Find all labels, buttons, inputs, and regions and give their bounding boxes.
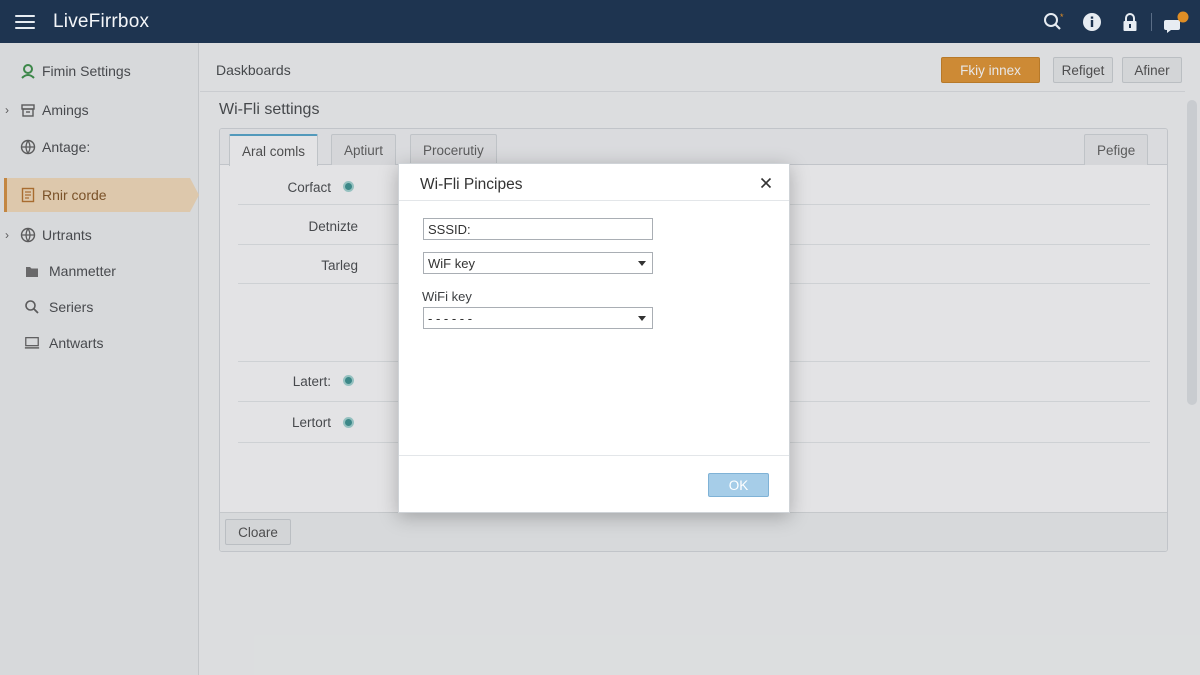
notifications-icon[interactable] xyxy=(1154,0,1200,43)
top-icons: * xyxy=(1035,0,1200,43)
dialog-divider xyxy=(399,455,789,456)
svg-text:*: * xyxy=(1060,12,1064,22)
wifi-key-label: WiFi key xyxy=(422,289,472,304)
close-icon[interactable] xyxy=(757,174,775,192)
wifi-dialog: Wi-Fli Pincipes SSSID: WiF key WiFi key … xyxy=(398,163,790,513)
scrollbar[interactable] xyxy=(1187,100,1197,405)
wifi-key-select[interactable]: - - - - - - xyxy=(423,307,653,329)
ssid-input[interactable]: SSSID: xyxy=(423,218,653,240)
dialog-title: Wi-Fli Pincipes xyxy=(420,176,523,193)
dialog-divider xyxy=(399,200,789,201)
top-bar: LiveFirrbox * xyxy=(0,0,1200,43)
app-title: LiveFirrbox xyxy=(53,10,150,32)
info-icon[interactable] xyxy=(1073,0,1111,43)
search-icon[interactable]: * xyxy=(1035,0,1073,43)
divider xyxy=(1151,12,1152,31)
key-type-select[interactable]: WiF key xyxy=(423,252,653,274)
menu-icon[interactable] xyxy=(15,14,35,29)
lock-icon[interactable] xyxy=(1111,0,1149,43)
ok-button[interactable]: OK xyxy=(708,473,769,497)
